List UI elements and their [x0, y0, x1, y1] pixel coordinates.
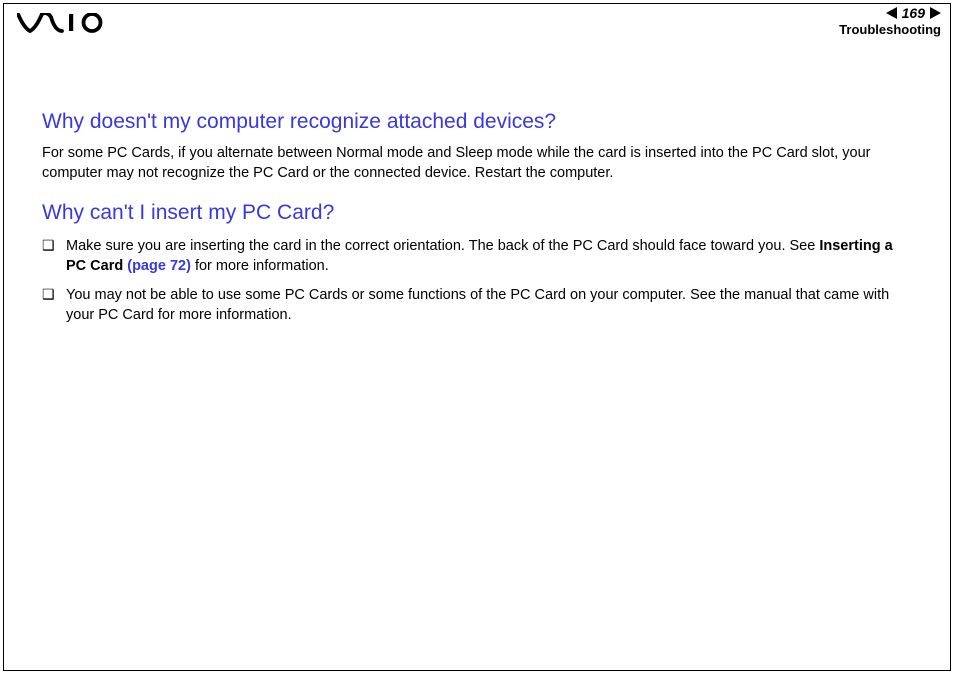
vaio-logo — [17, 13, 112, 38]
page-navigation: 169 — [886, 5, 941, 21]
heading-2: Why can't I insert my PC Card? — [42, 201, 912, 225]
bullet-icon: ❑ — [42, 237, 66, 276]
page-link[interactable]: (page 72) — [127, 258, 191, 274]
bullet-icon: ❑ — [42, 286, 66, 325]
text-segment: Make sure you are inserting the card in … — [66, 238, 819, 254]
paragraph-1: For some PC Cards, if you alternate betw… — [42, 144, 912, 183]
page-header: 169 Troubleshooting — [3, 3, 951, 43]
page-border — [3, 3, 951, 671]
bullet-list: ❑ Make sure you are inserting the card i… — [42, 237, 912, 325]
heading-1: Why doesn't my computer recognize attach… — [42, 110, 912, 134]
page-number: 169 — [899, 5, 928, 21]
list-item-text: You may not be able to use some PC Cards… — [66, 286, 912, 325]
list-item: ❑ You may not be able to use some PC Car… — [42, 286, 912, 325]
text-segment: for more information. — [191, 258, 329, 274]
next-page-arrow-icon[interactable] — [930, 7, 941, 19]
prev-page-arrow-icon[interactable] — [886, 7, 897, 19]
list-item-text: Make sure you are inserting the card in … — [66, 237, 912, 276]
header-right: 169 Troubleshooting — [839, 5, 941, 37]
section-title: Troubleshooting — [839, 22, 941, 37]
page-content: Why doesn't my computer recognize attach… — [42, 110, 912, 335]
list-item: ❑ Make sure you are inserting the card i… — [42, 237, 912, 276]
